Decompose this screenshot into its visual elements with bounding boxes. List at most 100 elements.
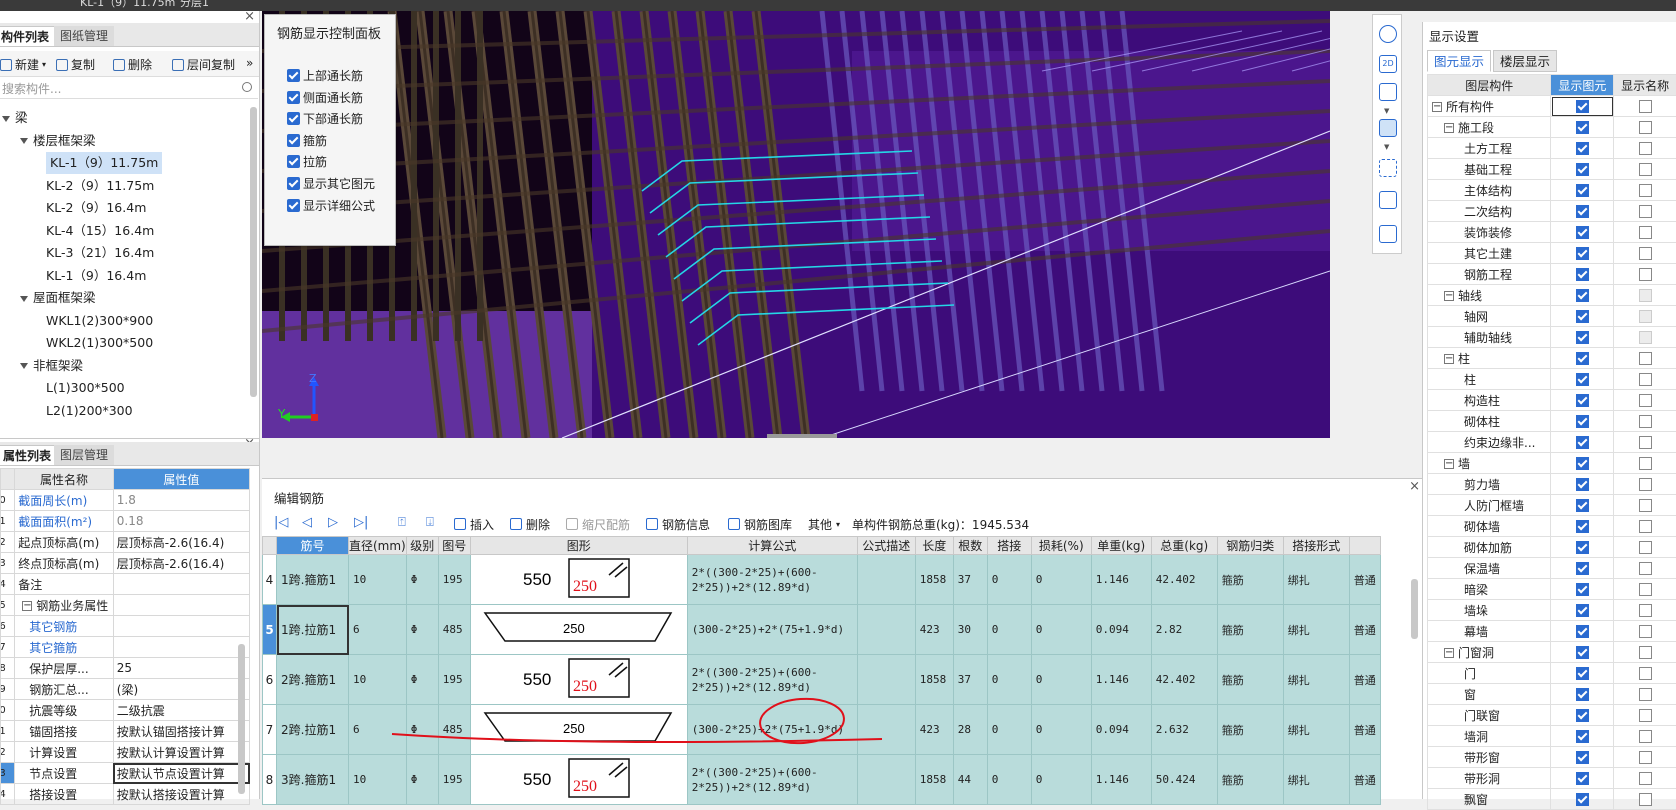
tree-item[interactable]: KL-3（21）16.4m bbox=[46, 242, 154, 264]
other-dropdown[interactable]: 其他▾ bbox=[808, 513, 840, 535]
rebar-cell-name[interactable]: 3跨.箍筋1 bbox=[277, 755, 349, 805]
rebar-cell-extra[interactable]: 普通 bbox=[1349, 755, 1380, 805]
close-icon[interactable]: × bbox=[1409, 479, 1420, 494]
show-name-checkbox[interactable] bbox=[1639, 121, 1652, 134]
tab-floor-display[interactable]: 楼层显示 bbox=[1493, 50, 1557, 72]
control-checkbox-row[interactable]: 上部通长筋 bbox=[287, 67, 363, 84]
show-element-checkbox[interactable] bbox=[1576, 121, 1589, 134]
tab-property-list[interactable]: 属性列表 bbox=[0, 445, 58, 465]
rebar-cell-length[interactable]: 1858 bbox=[915, 655, 953, 705]
property-value[interactable]: 层顶标高-2.6(16.4) bbox=[113, 553, 249, 574]
rebar-cell-formula[interactable]: 2*((300-2*25)+(600-2*25))+2*(12.89*d) bbox=[687, 755, 857, 805]
show-element-checkbox[interactable] bbox=[1576, 289, 1589, 302]
show-element-checkbox[interactable] bbox=[1576, 310, 1589, 323]
rebar-cell-loss[interactable]: 0 bbox=[1031, 605, 1091, 655]
collapse-icon[interactable]: − bbox=[22, 601, 32, 611]
show-name-checkbox[interactable] bbox=[1639, 751, 1652, 764]
tab-component-list[interactable]: 构件列表 bbox=[0, 26, 56, 46]
show-element-checkbox[interactable] bbox=[1576, 163, 1589, 176]
search-icon[interactable] bbox=[242, 82, 252, 92]
rebar-cell-unit_w[interactable]: 1.146 bbox=[1091, 755, 1151, 805]
tree-item[interactable]: L(1)300*500 bbox=[46, 377, 125, 399]
scale-rebar-button[interactable]: 缩尺配筋 bbox=[566, 513, 630, 535]
rebar-cell-formula[interactable]: (300-2*25)+2*(75+1.9*d) bbox=[687, 705, 857, 755]
last-record-icon[interactable]: ▷| bbox=[354, 515, 368, 530]
show-element-checkbox[interactable] bbox=[1576, 583, 1589, 596]
show-name-checkbox[interactable] bbox=[1639, 499, 1652, 512]
component-view-icon[interactable] bbox=[1379, 191, 1397, 209]
rebar-cell-lap[interactable]: 0 bbox=[987, 755, 1031, 805]
collapse-icon[interactable]: − bbox=[1432, 102, 1442, 112]
copy-button[interactable]: 复制 bbox=[56, 56, 95, 73]
property-value[interactable]: 25 bbox=[113, 658, 249, 679]
rebar-column-header[interactable]: 级别 bbox=[406, 537, 438, 555]
tree-item[interactable]: WKL2(1)300*500 bbox=[46, 332, 153, 354]
collapse-icon[interactable]: − bbox=[1444, 459, 1454, 469]
rebar-cell-grade[interactable]: Φ bbox=[406, 655, 438, 705]
show-element-checkbox[interactable] bbox=[1576, 541, 1589, 554]
show-element-checkbox[interactable] bbox=[1576, 709, 1589, 722]
tree-scrollbar[interactable] bbox=[250, 107, 257, 397]
show-element-checkbox[interactable] bbox=[1576, 184, 1589, 197]
rebar-3d-viewport[interactable] bbox=[262, 11, 1330, 438]
show-element-checkbox[interactable] bbox=[1576, 478, 1589, 491]
tree-item[interactable]: 非框架梁 bbox=[20, 355, 83, 377]
show-element-checkbox[interactable] bbox=[1576, 352, 1589, 365]
delete-button[interactable]: 删除 bbox=[113, 56, 152, 73]
show-name-checkbox[interactable] bbox=[1639, 562, 1652, 575]
chevron-down-icon[interactable] bbox=[2, 116, 10, 122]
show-name-checkbox[interactable] bbox=[1639, 163, 1652, 176]
rebar-cell-shape[interactable]: 550250 bbox=[470, 555, 687, 605]
checkbox-checked-icon[interactable] bbox=[287, 69, 300, 82]
property-value[interactable] bbox=[113, 637, 249, 658]
property-value[interactable]: (梁) bbox=[113, 679, 249, 700]
checkbox-checked-icon[interactable] bbox=[287, 91, 300, 104]
rebar-row-number[interactable]: 8 bbox=[263, 755, 277, 805]
property-row[interactable]: 13终点顶标高(m)层顶标高-2.6(16.4) bbox=[1, 553, 250, 574]
checkbox-checked-icon[interactable] bbox=[287, 134, 300, 147]
rebar-cell-name[interactable]: 2跨.拉筋1 bbox=[277, 705, 349, 755]
property-row[interactable]: 10截面周长(m)1.8 bbox=[1, 490, 250, 511]
rebar-column-header[interactable]: 直径(mm) bbox=[349, 537, 407, 555]
show-element-checkbox[interactable] bbox=[1576, 457, 1589, 470]
rebar-cell-grade[interactable]: Φ bbox=[406, 755, 438, 805]
tree-item[interactable]: KL-1（9）11.75m bbox=[46, 152, 162, 174]
rebar-cell-shape[interactable]: 250 bbox=[470, 705, 687, 755]
report-icon[interactable] bbox=[1379, 225, 1397, 243]
rebar-cell-length[interactable]: 423 bbox=[915, 705, 953, 755]
rebar-column-header[interactable]: 搭接 bbox=[987, 537, 1031, 555]
control-checkbox-row[interactable]: 拉筋 bbox=[287, 153, 327, 170]
show-element-checkbox[interactable] bbox=[1576, 436, 1589, 449]
tab-drawing-manage[interactable]: 图纸管理 bbox=[54, 26, 114, 46]
show-name-checkbox[interactable] bbox=[1639, 541, 1652, 554]
rebar-cell-grade[interactable]: Φ bbox=[406, 705, 438, 755]
insert-button[interactable]: 插入 bbox=[454, 513, 494, 535]
show-name-checkbox[interactable] bbox=[1639, 688, 1652, 701]
show-element-checkbox[interactable] bbox=[1576, 562, 1589, 575]
show-element-checkbox[interactable] bbox=[1576, 142, 1589, 155]
rebar-cell-desc[interactable] bbox=[857, 705, 915, 755]
property-value[interactable]: 0.18 bbox=[113, 511, 249, 532]
rebar-cell-dia[interactable]: 10 bbox=[349, 555, 407, 605]
rebar-cell-desc[interactable] bbox=[857, 555, 915, 605]
show-element-checkbox[interactable] bbox=[1576, 100, 1589, 113]
rebar-cell-formula[interactable]: 2*((300-2*25)+(600-2*25))+2*(12.89*d) bbox=[687, 555, 857, 605]
rebar-cell-fig[interactable]: 485 bbox=[438, 705, 470, 755]
rebar-cell-length[interactable]: 423 bbox=[915, 605, 953, 655]
rebar-cell-fig[interactable]: 195 bbox=[438, 655, 470, 705]
rebar-row[interactable]: 51跨.拉筋16Φ485250(300-2*25)+2*(75+1.9*d)42… bbox=[263, 605, 1381, 655]
tab-layer-manage[interactable]: 图层管理 bbox=[54, 445, 114, 465]
property-row[interactable]: 15−钢筋业务属性 bbox=[1, 595, 250, 616]
collapse-icon[interactable]: − bbox=[1444, 354, 1454, 364]
tab-element-display[interactable]: 图元显示 bbox=[1427, 50, 1491, 72]
rebar-cell-extra[interactable]: 普通 bbox=[1349, 605, 1380, 655]
rebar-cell-fig[interactable]: 195 bbox=[438, 755, 470, 805]
rebar-cell-type[interactable]: 箍筋 bbox=[1217, 755, 1283, 805]
show-element-checkbox[interactable] bbox=[1576, 667, 1589, 680]
rebar-cell-lap_type[interactable]: 绑扎 bbox=[1283, 705, 1349, 755]
orbit-icon[interactable] bbox=[1379, 25, 1397, 43]
property-scrollbar[interactable] bbox=[238, 644, 245, 794]
new-button[interactable]: 新建▾ bbox=[0, 56, 46, 73]
rebar-cell-type[interactable]: 箍筋 bbox=[1217, 605, 1283, 655]
rebar-cell-formula[interactable]: 2*((300-2*25)+(600-2*25))+2*(12.89*d) bbox=[687, 655, 857, 705]
